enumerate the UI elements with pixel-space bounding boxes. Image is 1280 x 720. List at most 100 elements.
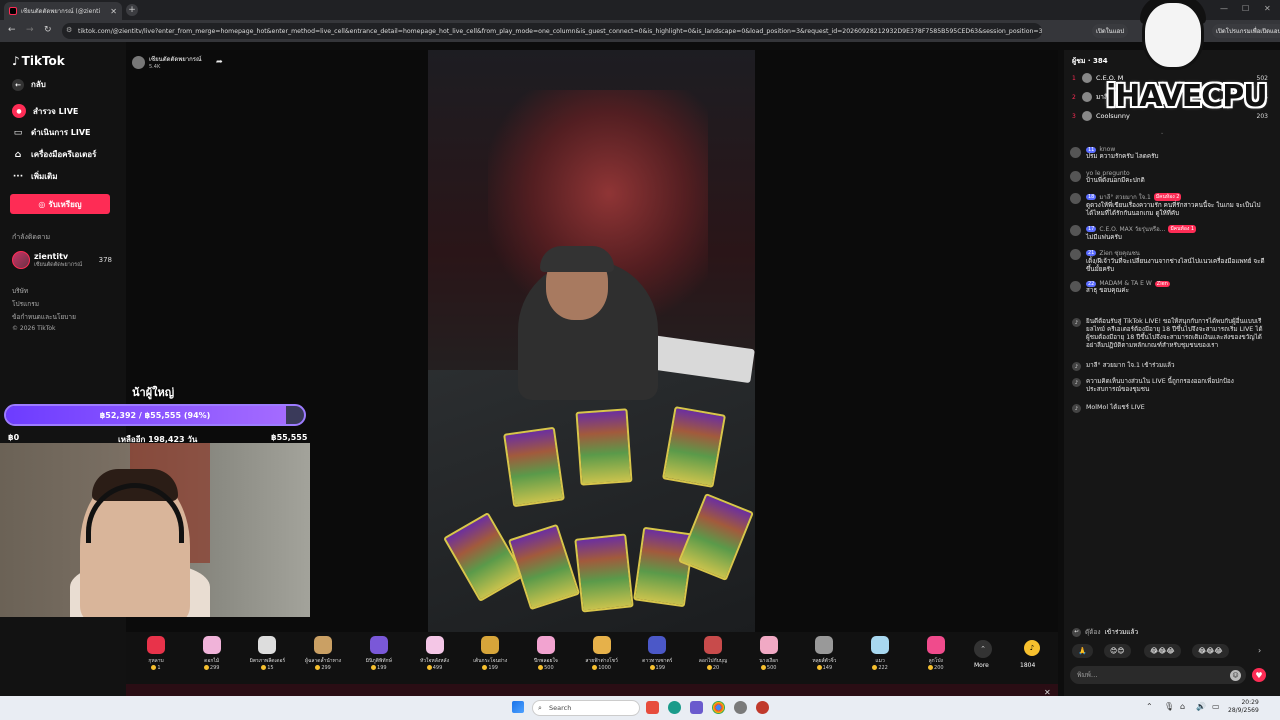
- quick-reaction[interactable]: 😂😂😂: [1192, 644, 1229, 658]
- gift-item[interactable]: มินิภูติพิทักษ์ 199: [357, 636, 401, 676]
- network-icon[interactable]: ⌂: [1180, 702, 1185, 711]
- gift-price: 199: [371, 665, 387, 671]
- gift-price-value: 500: [766, 665, 777, 671]
- close-window-icon[interactable]: ✕: [1264, 4, 1271, 13]
- start-button-icon[interactable]: [512, 701, 524, 713]
- gift-price: 1: [151, 665, 161, 671]
- edge-browser-icon[interactable]: [668, 701, 681, 714]
- battery-icon[interactable]: ▭: [1212, 702, 1220, 711]
- gift-item[interactable]: ดอกไม้ 299: [190, 636, 234, 676]
- new-tab-button[interactable]: +: [126, 4, 138, 16]
- back-button[interactable]: ← กลับ: [12, 78, 46, 91]
- forward-arrow-icon[interactable]: →: [26, 25, 34, 35]
- gift-price: 1000: [592, 665, 611, 671]
- sidebar-item-explore-live[interactable]: ● สำรวจ LIVE: [12, 104, 78, 118]
- gift-item[interactable]: สายฟ้าต่างโชว์ 1000: [580, 636, 624, 676]
- gift-item[interactable]: แมว 222: [858, 636, 902, 676]
- gift-name: กุหลาบ: [148, 658, 164, 664]
- gift-item[interactable]: ปีกพลอยใจ 500: [524, 636, 568, 676]
- sidebar-item-go-live[interactable]: ▭ ดำเนินการ LIVE: [12, 126, 91, 139]
- footer-link-terms[interactable]: ข้อกำหนดและนโยบาย: [12, 312, 76, 322]
- gift-name: มิตรภาพลีดเดอร์: [249, 658, 286, 664]
- gift-item[interactable]: นางเงือก 500: [747, 636, 791, 676]
- live-video-stream[interactable]: [428, 50, 755, 632]
- gift-item[interactable]: หลุยส์ตัวจิ๋ว 149: [802, 636, 846, 676]
- avatar: [1082, 73, 1092, 83]
- site-info-icon[interactable]: ⚙: [66, 26, 72, 34]
- chat-username: C.E.O. MAX วัยรุ่นหรือ...: [1099, 226, 1166, 233]
- like-heart-button[interactable]: ♥: [1252, 668, 1266, 682]
- viewers-title[interactable]: ผู้ชม · 384: [1072, 56, 1108, 67]
- rank-number: 2: [1072, 93, 1076, 101]
- sidebar-item-creator-tools[interactable]: ⌂ เครื่องมือครีเอเตอร์: [12, 148, 97, 161]
- settings-gear-icon[interactable]: [734, 701, 747, 714]
- avatar: [1082, 111, 1092, 121]
- back-arrow-icon: ←: [12, 78, 24, 91]
- gift-item[interactable]: กุหลาบ 1: [134, 636, 178, 676]
- watermark-logo: iHAVECPU: [1106, 79, 1268, 114]
- footer-link-program[interactable]: โปรแกรม: [12, 299, 39, 309]
- minimize-icon[interactable]: —: [1220, 4, 1228, 13]
- gift-item[interactable]: ลูกโป่ง 200: [914, 636, 958, 676]
- gift-item[interactable]: เต้นกระโจนย่าง 199: [468, 636, 512, 676]
- more-gifts-button[interactable]: ⌃: [974, 640, 992, 658]
- taskbar-clock[interactable]: 20:29 28/9/2569: [1228, 699, 1259, 715]
- get-coins-button[interactable]: ◎ รับเหรียญ: [10, 194, 110, 214]
- back-label: กลับ: [31, 80, 46, 89]
- chrome-icon[interactable]: [712, 701, 725, 714]
- taskbar-search[interactable]: ⌕ Search: [532, 700, 640, 716]
- gift-item[interactable]: มิตรภาพลีดเดอร์ 15: [245, 636, 289, 676]
- gift-item[interactable]: ดาวทาบซาตร์ 199: [635, 636, 679, 676]
- gift-item[interactable]: ลอกไปกับบุญ 20: [691, 636, 735, 676]
- quick-reaction[interactable]: 😊😊: [1104, 644, 1131, 658]
- coin-balance[interactable]: 1804: [1020, 662, 1035, 669]
- open-in-app-button[interactable]: เปิดในแอป: [1092, 24, 1129, 38]
- share-icon[interactable]: ➦: [216, 57, 223, 66]
- gift-item[interactable]: ผู้ฉลาดล้ำนำทาง 299: [301, 636, 345, 676]
- maximize-icon[interactable]: ☐: [1242, 4, 1249, 13]
- browser-tab[interactable]: เซียนตัดตัดพยากรณ์ (@zienti ✕: [4, 2, 122, 20]
- following-item[interactable]: zientitv เซียนตัดตัดพยากรณ์ 378: [12, 250, 112, 270]
- tarot-card: [575, 408, 633, 486]
- chevron-up-icon[interactable]: ⌃: [1146, 702, 1153, 711]
- gift-item[interactable]: หัวใจหลังหลัง 499: [413, 636, 457, 676]
- back-arrow-icon[interactable]: ←: [8, 25, 16, 35]
- more-icon: ···: [12, 171, 24, 182]
- footer-link-company[interactable]: บริษัท: [12, 286, 28, 296]
- app-icon[interactable]: [646, 701, 659, 714]
- tiktok-logo[interactable]: ♪ TikTok: [12, 54, 65, 68]
- sidebar-item-label: เครื่องมือครีเอเตอร์: [31, 150, 97, 159]
- gift-price: 199: [649, 665, 665, 671]
- level-badge: 22: [1086, 280, 1097, 287]
- quick-reaction[interactable]: 🙏: [1072, 644, 1093, 658]
- join-name: ดุ๊ต้อง: [1085, 628, 1101, 636]
- more-gifts-label[interactable]: More: [974, 662, 989, 669]
- volume-icon[interactable]: 🔊: [1196, 702, 1206, 711]
- close-tab-icon[interactable]: ✕: [110, 7, 117, 16]
- tiktok-note-icon: ♪: [1072, 378, 1081, 387]
- url-input[interactable]: tiktok.com/@zientitv/live?enter_from_mer…: [62, 23, 1042, 39]
- emoji-icon[interactable]: ☺: [1230, 670, 1241, 681]
- coin-icon[interactable]: ♪: [1024, 640, 1040, 656]
- coin-icon: [649, 665, 655, 670]
- chat-message[interactable]: 22 MADAM & TA E W Zien สาธุ ขอบคุณค่ะ: [1070, 280, 1266, 295]
- sidebar-item-more[interactable]: ··· เพิ่มเติม: [12, 170, 58, 183]
- chat-message[interactable]: 11 know ปรม ความรักครับ ไลดครับ: [1070, 146, 1266, 161]
- chat-message[interactable]: 18 มาลี° สวยมาก ใจ.1 มีคนห้อง 2 ดูดวงให้พี่…: [1070, 192, 1266, 218]
- close-overlay-icon[interactable]: ✕: [1044, 688, 1051, 697]
- chat-message[interactable]: 17 C.E.O. MAX วัยรุ่นหรือ... มีคนห้อง 1 ไม่…: [1070, 224, 1266, 242]
- reload-icon[interactable]: ↻: [44, 25, 52, 35]
- chat-message[interactable]: 21 Zien ซุ่ยคุณซน เดิ้ง/ผีเจ้าวันที่จะเปลี…: [1070, 248, 1266, 274]
- system-message-text: ความคิดเห็นบางส่วนใน LIVE นี้ถูกกรองออกเ…: [1086, 378, 1234, 393]
- chevron-right-icon[interactable]: ›: [1258, 646, 1261, 655]
- chat-message[interactable]: yo le pregunto บ้านพี่ดังนอกมีคะปกติ: [1070, 170, 1266, 185]
- recorder-icon[interactable]: [756, 701, 769, 714]
- host-info[interactable]: เซียนตัดตัดพยากรณ์ 5.4K: [132, 54, 202, 70]
- system-message: ♪ ยินดีต้อนรับสู่ TikTok LIVE! ขอให้สนุกก…: [1072, 318, 1268, 350]
- quick-reaction[interactable]: 😂😂😂: [1144, 644, 1181, 658]
- open-app-prompt-button[interactable]: เปิดโปรแกรมเพื่อเปิดแอป: [1212, 24, 1280, 38]
- following-name: zientitv: [34, 251, 69, 261]
- discord-icon[interactable]: [690, 701, 703, 714]
- microphone-icon[interactable]: 🎙: [1164, 702, 1174, 711]
- chat-input[interactable]: พิมพ์...: [1070, 666, 1246, 684]
